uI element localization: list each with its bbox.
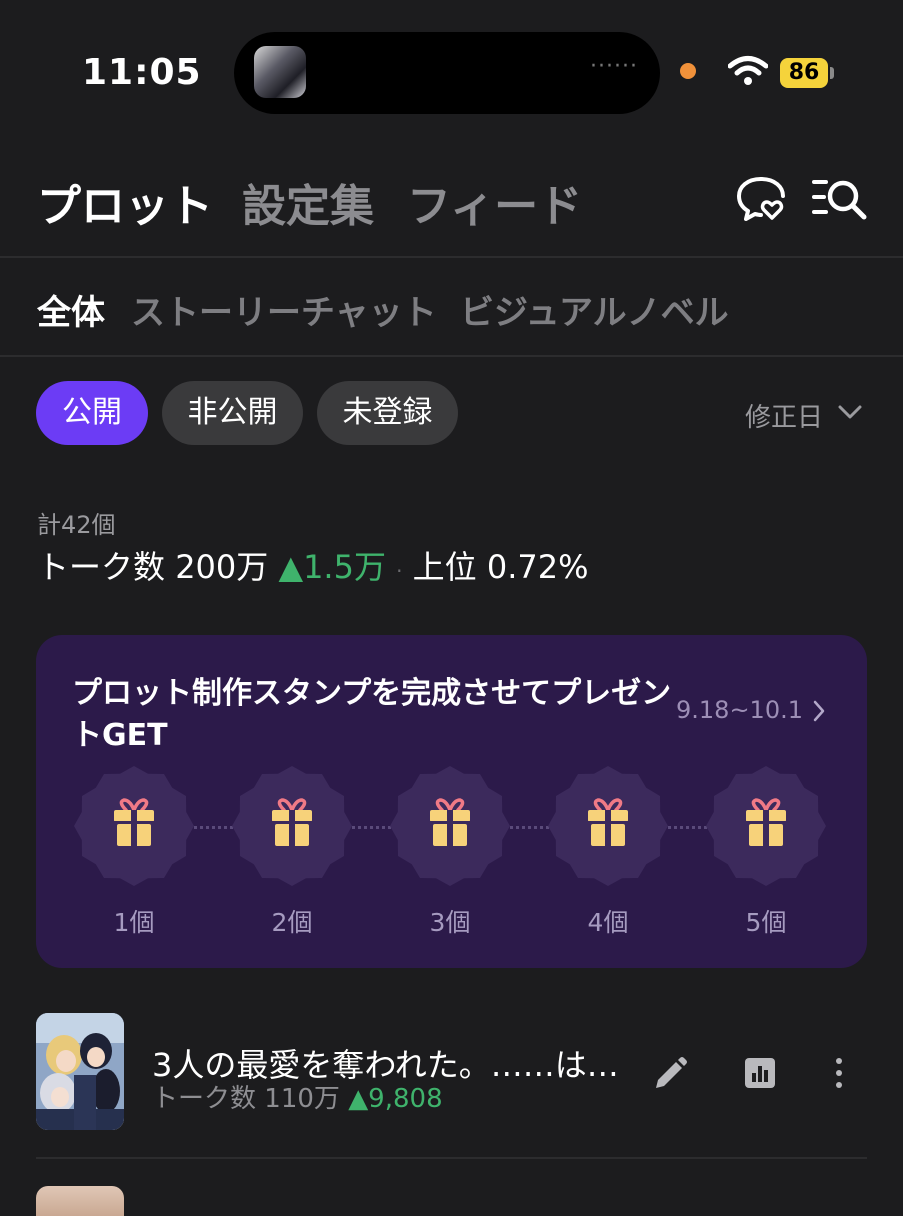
wifi-icon [728,56,768,85]
status-time: 11:05 [82,52,202,93]
talk-delta: ▲1.5万 [278,548,386,586]
battery-level: 86 [780,58,828,88]
stamp-label: 2個 [271,908,313,937]
stamp-connector [504,826,549,829]
stamp-badge [74,766,194,886]
chevron-down-icon[interactable] [838,404,862,420]
subtab-visual-novel[interactable]: ビジュアルノベル [460,285,729,334]
stamp-label: 4個 [587,908,629,937]
stamp-badge [390,766,510,886]
plot-talk-delta: ▲9,808 [348,1084,443,1114]
talk-count: 200万 [175,548,269,586]
anime-characters-image [36,1013,124,1130]
rank-label: 上位 [412,548,477,586]
chevron-right-icon[interactable] [812,700,826,722]
stamp-badge [706,766,826,886]
plot-talk-count: 110万 [264,1084,340,1114]
stats-chart-icon[interactable] [743,1056,777,1090]
promo-title: プロット制作スタンプを完成させてプレゼントGET [72,676,672,753]
now-playing-avatar [254,46,306,98]
talk-stats: トーク数 200万 ▲1.5万 · 上位 0.72% [37,542,589,588]
dynamic-island[interactable]: ······ [234,32,660,114]
sort-label[interactable]: 修正日 [745,397,823,434]
stamp-badge [232,766,352,886]
subtab-all[interactable]: 全体 [37,285,105,334]
subtab-divider [0,355,903,357]
edit-pencil-icon[interactable] [652,1056,688,1092]
search-list-icon[interactable] [812,176,868,220]
plot-talk-label: トーク数 [152,1084,257,1114]
stats-separator: · [396,559,403,583]
stamp-label: 3個 [429,908,471,937]
subtab-story-chat[interactable]: ストーリーチャット [131,285,437,334]
stamp-connector [662,826,707,829]
more-vertical-icon[interactable] [833,1056,845,1090]
filter-unregistered[interactable]: 未登録 [317,381,458,445]
plot-thumbnail[interactable] [36,1013,124,1130]
filter-public[interactable]: 公開 [36,381,148,445]
list-divider [36,1157,867,1159]
rank-value: 0.72% [486,548,589,586]
filter-private[interactable]: 非公開 [162,381,303,445]
header-divider [0,256,903,258]
stamp-badge [548,766,668,886]
plot-stats: トーク数 110万 ▲9,808 [152,1078,443,1115]
battery-tip [830,67,834,79]
stamp-label: 5個 [745,908,787,937]
stamp-connector [188,826,233,829]
chat-heart-icon[interactable] [736,176,786,222]
tab-feed[interactable]: フィード [407,170,582,234]
promo-date: 9.18~10.1 [676,696,803,724]
plot-thumbnail-next[interactable] [36,1186,124,1216]
stamp-label: 1個 [113,908,155,937]
recording-indicator [680,63,696,79]
total-count: 計42個 [37,511,116,539]
tab-settings-collection[interactable]: 設定集 [242,170,374,234]
tab-plot[interactable]: プロット [37,170,213,234]
talk-label: トーク数 [37,548,166,586]
promo-card[interactable]: プロット制作スタンプを完成させてプレゼントGET 9.18~10.1 1個 2個 3… [36,635,867,968]
stamp-connector [346,826,391,829]
island-dots: ······ [590,54,638,79]
